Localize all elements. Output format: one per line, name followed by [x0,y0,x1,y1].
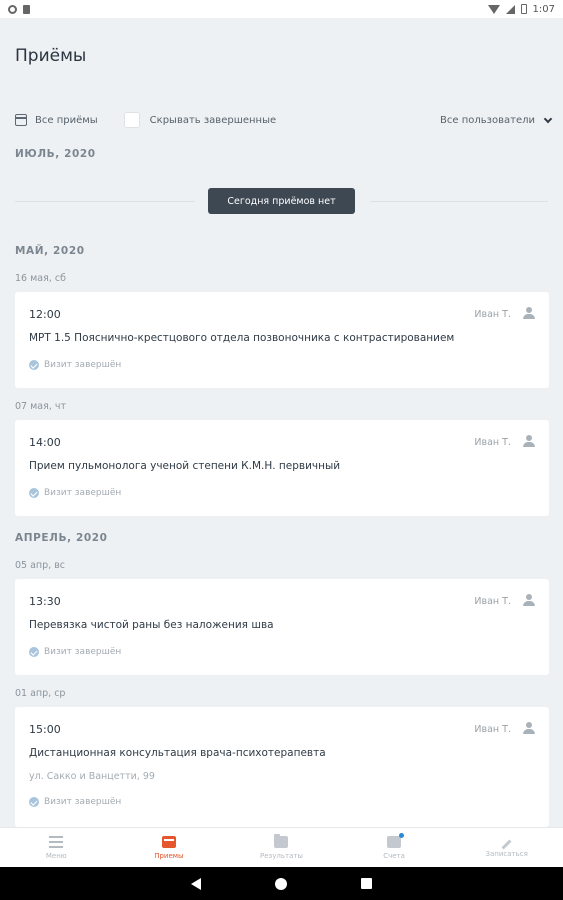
calendar-icon[interactable] [15,114,27,126]
day-header: 07 мая, чт [15,401,66,412]
user-icon [523,594,535,606]
appointment-card[interactable]: 15:00 Иван Т. Дистанционная консультация… [15,707,549,827]
nav-signup-label: Записаться [485,849,528,858]
doctor-name: Иван Т. [474,437,511,448]
page-title: Приёмы [15,46,87,66]
user-icon [523,435,535,447]
nav-bills[interactable]: Счета [338,828,451,867]
visit-status: Визит завершён [29,360,121,370]
appointment-card[interactable]: 12:00 Иван Т. МРТ 1.5 Пояснично-крестцов… [15,292,549,388]
results-folder-icon [274,833,289,848]
nav-results[interactable]: Результаты [225,828,338,867]
nav-menu[interactable]: Меню [0,828,113,867]
visit-status-label: Визит завершён [44,360,122,370]
wifi-icon [487,4,500,14]
appointment-title: Прием пульмонолога ученой степени К.М.Н.… [29,460,341,472]
sync-icon [8,4,17,14]
nav-results-label: Результаты [260,851,303,860]
hide-completed-checkbox[interactable] [123,112,140,128]
chevron-down-icon[interactable] [543,114,553,123]
user-icon [523,307,535,319]
recent-apps-icon[interactable] [361,878,372,889]
users-dropdown[interactable]: Все пользователи [440,114,555,126]
status-bar: 1:07 [0,0,563,18]
day-header: 05 апр, вс [15,560,66,571]
back-icon[interactable] [191,877,201,890]
month-header: МАЙ, 2020 [15,245,85,257]
appointment-title: Перевязка чистой раны без наложения шва [29,619,274,631]
appointment-card[interactable]: 13:30 Иван Т. Перевязка чистой раны без … [15,579,549,675]
pen-icon [501,839,512,849]
hide-completed-label[interactable]: Скрывать завершенные [150,115,276,126]
appointment-time: 12:00 [29,308,61,321]
divider [15,201,195,202]
system-navigation-bar [0,867,563,900]
no-visits-today-button[interactable]: Сегодня приёмов нет [208,188,355,214]
battery-icon [520,4,527,14]
filter-bar: Все приёмы Скрывать завершенные Все поль… [15,110,555,130]
appointment-title: Дистанционная консультация врача-психоте… [29,747,326,759]
appointment-card[interactable]: 14:00 Иван Т. Прием пульмонолога ученой … [15,420,549,516]
month-header: ИЮЛЬ, 2020 [15,148,96,160]
doctor-name: Иван Т. [474,724,511,735]
signal-icon [505,4,515,14]
bottom-navigation: Меню Приемы Результаты Счета Записаться [0,827,563,867]
month-header: АПРЕЛЬ, 2020 [15,532,108,544]
nav-menu-label: Меню [45,851,67,860]
visit-status-label: Визит завершён [44,797,122,807]
visit-status: Визит завершён [29,647,121,657]
visit-status: Визит завершён [29,488,121,498]
check-circle-icon [29,360,39,370]
appointment-time: 15:00 [29,723,61,736]
all-visits-filter[interactable]: Все приёмы [35,115,98,126]
doctor-name: Иван Т. [474,596,511,607]
menu-icon [49,835,64,848]
visit-status-label: Визит завершён [44,488,122,498]
home-icon[interactable] [275,877,287,890]
check-circle-icon [29,797,39,807]
visit-status-label: Визит завершён [44,647,122,657]
day-header: 16 мая, сб [15,273,66,284]
appointment-time: 14:00 [29,436,61,449]
nav-bills-label: Счета [383,851,405,860]
clinic-address: ул. Сакко и Ванцетти, 99 [29,771,155,782]
check-circle-icon [29,488,39,498]
nav-visits-label: Приемы [154,851,184,860]
check-circle-icon [29,647,39,657]
appointment-title: МРТ 1.5 Пояснично-крестцового отдела поз… [29,332,455,344]
clock: 1:07 [532,3,555,15]
visits-icon [161,835,176,848]
sd-card-icon [23,4,30,14]
users-dropdown-label[interactable]: Все пользователи [440,115,535,126]
divider [370,201,548,202]
bills-icon [387,832,405,848]
user-icon [523,722,535,734]
appointment-time: 13:30 [29,595,61,608]
nav-visits[interactable]: Приемы [113,828,226,867]
day-header: 01 апр, ср [15,688,66,699]
nav-signup[interactable]: Записаться [450,828,563,867]
visit-status: Визит завершён [29,797,121,807]
doctor-name: Иван Т. [474,309,511,320]
